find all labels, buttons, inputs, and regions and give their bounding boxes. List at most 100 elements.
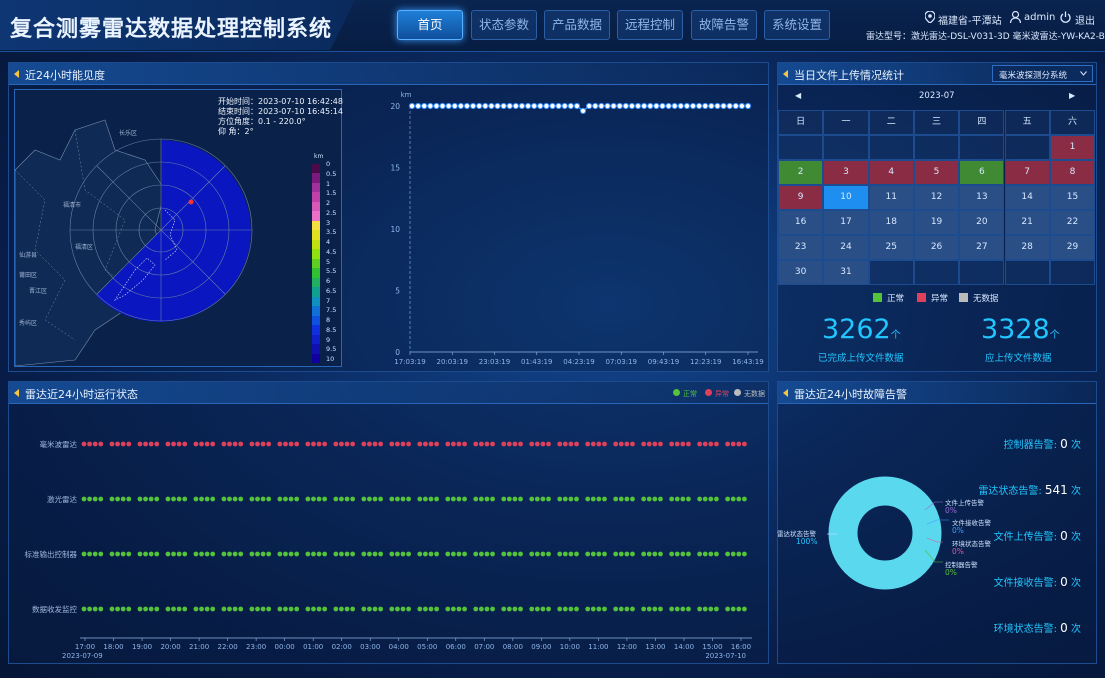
color-legend-bar — [312, 164, 320, 364]
calendar-day[interactable]: 7 — [1004, 160, 1050, 185]
logout-button[interactable]: 退出 — [1075, 12, 1095, 27]
status-dot — [266, 496, 272, 502]
calendar-day[interactable]: 16 — [778, 210, 824, 235]
y-tick-label: 15 — [390, 164, 400, 173]
y-tick-label: 5 — [395, 287, 400, 296]
status-dot — [176, 606, 182, 612]
calendar-day[interactable]: 6 — [959, 160, 1005, 185]
nav-system-settings[interactable]: 系统设置 — [764, 10, 830, 40]
calendar-day[interactable]: 13 — [959, 185, 1005, 210]
username[interactable]: admin — [1024, 12, 1055, 23]
status-dot — [171, 441, 176, 447]
calendar-day[interactable]: 29 — [1049, 235, 1096, 260]
status-dot — [92, 496, 98, 502]
calendar-day[interactable]: 24 — [823, 235, 869, 260]
series-point — [482, 102, 489, 110]
legend-normal-label: 正常 — [887, 294, 905, 304]
calendar-day[interactable]: 12 — [913, 185, 960, 210]
weekday-header: 三 — [913, 110, 960, 135]
status-dot — [568, 441, 574, 447]
status-dot — [333, 496, 339, 502]
calendar-day[interactable]: 21 — [1004, 210, 1050, 235]
legend-abnormal-label: 异常 — [715, 390, 729, 398]
status-dot — [221, 551, 227, 557]
status-dot — [288, 496, 294, 502]
status-dot — [361, 496, 367, 502]
status-dot — [624, 496, 630, 502]
status-dot — [680, 441, 686, 447]
calendar-day[interactable]: 1 — [1049, 135, 1096, 160]
calendar-day[interactable]: 31 — [823, 260, 869, 285]
status-dot — [540, 441, 546, 447]
calendar-day[interactable]: 14 — [1004, 185, 1050, 210]
status-dot — [478, 551, 484, 557]
legend-normal-dot — [673, 389, 680, 396]
status-dot — [182, 551, 188, 557]
color-legend-labels: 0 0.5 1 1.5 2 2.5 3 3.5 4 4.5 5 5.5 6 6.5 7 7.5 8 8.5 9 9.5… — [326, 160, 342, 365]
series-point — [469, 102, 477, 110]
status-dot — [490, 606, 495, 612]
status-dot — [725, 606, 731, 612]
status-dot — [725, 441, 731, 447]
status-dot — [534, 606, 540, 612]
status-dot — [81, 551, 87, 557]
status-dot — [176, 496, 182, 502]
status-dot — [456, 496, 462, 502]
calendar-day[interactable]: 17 — [823, 210, 869, 235]
calendar-day[interactable]: 30 — [778, 260, 824, 285]
calendar-day[interactable]: 15 — [1049, 185, 1096, 210]
calendar-day[interactable]: 23 — [778, 235, 824, 260]
status-dot — [534, 496, 540, 502]
map-label: 长乐区 — [119, 130, 138, 137]
calendar-day[interactable]: 9 — [778, 185, 824, 210]
calendar-day[interactable]: 11 — [868, 185, 914, 210]
calendar-day[interactable]: 26 — [913, 235, 960, 260]
prev-month-button[interactable]: ◀ — [795, 91, 801, 100]
status-dot — [742, 441, 747, 447]
date-end-label: 2023-07-10 — [705, 652, 746, 660]
panel-header: 雷达近24小时故障告警 — [778, 382, 1096, 404]
calendar-day[interactable]: 22 — [1049, 210, 1096, 235]
status-dot — [115, 496, 120, 502]
calendar-day[interactable]: 5 — [913, 160, 960, 185]
status-dot — [590, 496, 596, 502]
status-dot — [400, 606, 406, 612]
status-dot — [641, 496, 647, 502]
calendar-day[interactable]: 18 — [868, 210, 914, 235]
calendar-day[interactable]: 2 — [778, 160, 824, 185]
legend-color-step — [312, 258, 320, 269]
status-dot — [165, 441, 171, 447]
calendar-empty-cell — [913, 260, 960, 285]
status-dot — [501, 441, 507, 447]
calendar-day[interactable]: 19 — [913, 210, 960, 235]
power-icon[interactable] — [1060, 11, 1071, 23]
nav-status-params[interactable]: 状态参数 — [471, 10, 537, 40]
nav-fault-alarm[interactable]: 故障告警 — [691, 10, 757, 40]
calendar-day[interactable]: 4 — [868, 160, 914, 185]
status-dot — [445, 496, 451, 502]
calendar-day[interactable]: 27 — [959, 235, 1005, 260]
status-dot — [602, 606, 607, 612]
nav-product-data[interactable]: 产品数据 — [544, 10, 610, 40]
status-dot — [389, 606, 395, 612]
completed-unit: 个 — [890, 330, 901, 341]
x-tick-label: 18:00 — [103, 643, 123, 651]
status-dot — [490, 496, 495, 502]
status-dot — [232, 606, 238, 612]
status-dot — [646, 606, 652, 612]
status-dot — [501, 606, 507, 612]
calendar-day[interactable]: 10 — [823, 185, 869, 210]
calendar-day[interactable]: 28 — [1004, 235, 1050, 260]
calendar-day[interactable]: 25 — [868, 235, 914, 260]
nav-remote-control[interactable]: 远程控制 — [617, 10, 683, 40]
subsystem-dropdown[interactable]: 毫米波探测分系统 — [992, 65, 1093, 82]
map-label: 晋江区 — [29, 288, 48, 295]
next-month-button[interactable]: ▶ — [1069, 91, 1075, 100]
status-dot — [143, 441, 148, 447]
status-dot — [534, 551, 540, 557]
calendar-day[interactable]: 20 — [959, 210, 1005, 235]
calendar-day[interactable]: 3 — [823, 160, 869, 185]
nav-home[interactable]: 首页 — [397, 10, 463, 40]
status-dot — [456, 551, 462, 557]
calendar-day[interactable]: 8 — [1049, 160, 1096, 185]
